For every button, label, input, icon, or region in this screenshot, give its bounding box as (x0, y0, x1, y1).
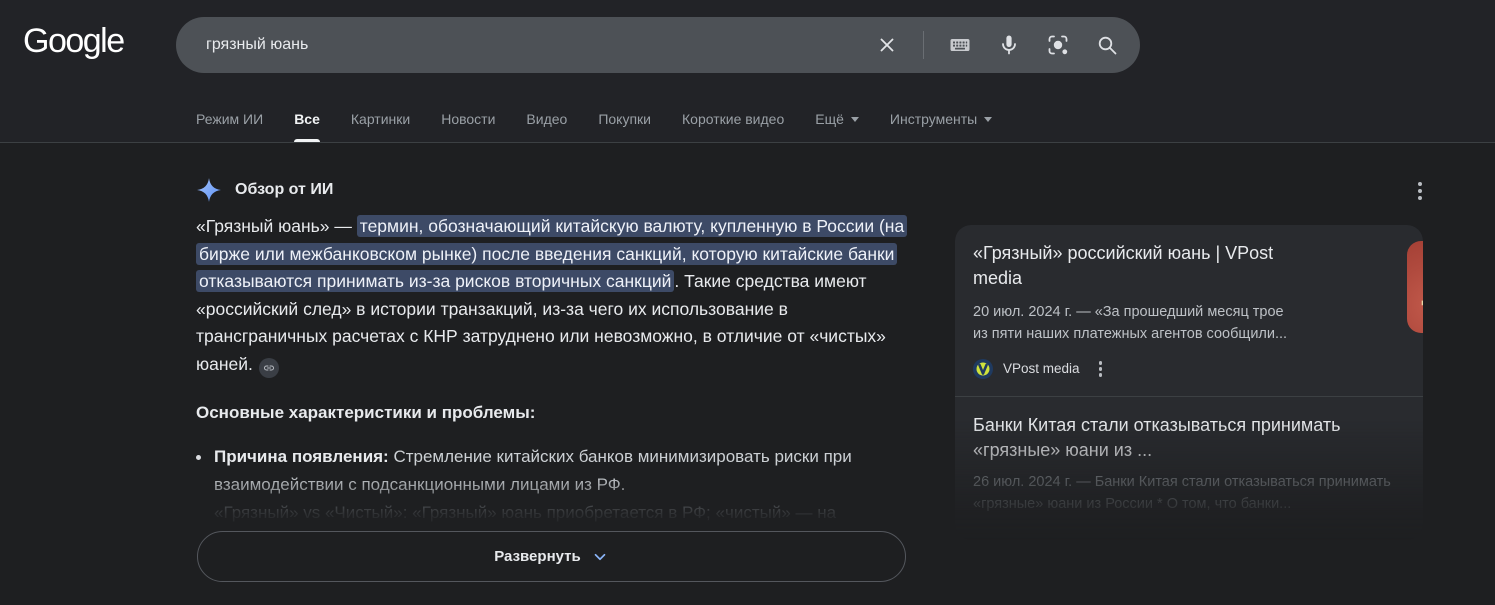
sources-card: «Грязный» российский юань | VPost media … (955, 225, 1495, 540)
chevron-down-icon (984, 116, 993, 122)
section-heading: Основные характеристики и проблемы: (196, 403, 536, 422)
result-menu-icon[interactable] (1096, 358, 1106, 380)
collapsed-content-fade: Причина появления: Стремление китайских … (196, 443, 914, 533)
tab-all[interactable]: Все (294, 111, 320, 142)
faded-bullet-line: «Грязный» vs «Чистый»: «Грязный» юань пр… (214, 503, 837, 522)
sparkle-icon (197, 178, 221, 202)
expand-button[interactable]: Развернуть (197, 531, 906, 582)
expand-button-label: Развернуть (494, 548, 581, 565)
tab-more[interactable]: Ещё (815, 111, 859, 142)
search-bar[interactable]: грязный юань (176, 17, 1140, 73)
results-tabs: Режим ИИ Все Картинки Новости Видео Поку… (196, 111, 993, 142)
google-search-results-page: Google грязный юань Режим ИИ Все Картинк… (0, 0, 1495, 605)
tab-images[interactable]: Картинки (351, 111, 410, 142)
bullet-lead: Причина появления: (214, 447, 389, 466)
tab-news[interactable]: Новости (441, 111, 495, 142)
ai-overview-header: Обзор от ИИ (196, 177, 333, 203)
result-item: Банки Китая стали отказываться принимать… (973, 413, 1405, 515)
result-title[interactable]: «Грязный» российский юань | VPost media (973, 241, 1293, 291)
search-input[interactable]: грязный юань (206, 36, 874, 54)
source-name[interactable]: VPost media (1003, 361, 1080, 376)
search-bar-divider (923, 31, 924, 59)
chevron-down-icon (594, 553, 606, 560)
clear-icon[interactable] (874, 32, 900, 58)
bullet-item: Причина появления: Стремление китайских … (196, 443, 914, 499)
tab-videos[interactable]: Видео (526, 111, 567, 142)
result-snippet: 26 июл. 2024 г. — Банки Китая стали отка… (973, 473, 1391, 512)
search-header: Google грязный юань Режим ИИ Все Картинк… (0, 0, 1495, 143)
ai-overview-text: «Грязный юань» — термин, обозначающий ки… (196, 213, 914, 378)
ai-overview-title: Обзор от ИИ (235, 181, 334, 198)
card-divider (955, 395, 1423, 397)
tab-short-videos[interactable]: Короткие видео (682, 111, 784, 142)
ruble-symbol (1421, 254, 1465, 318)
intro-prefix: «Грязный юань» — (196, 216, 357, 236)
search-icon[interactable] (1094, 32, 1120, 58)
tab-tools[interactable]: Инструменты (890, 111, 993, 142)
source-favicon (973, 358, 993, 379)
citation-link-icon[interactable] (258, 357, 279, 378)
result-thumbnail[interactable] (1407, 241, 1495, 333)
ai-overview-menu-icon[interactable] (1414, 178, 1426, 204)
result-item: «Грязный» российский юань | VPost media … (973, 241, 1495, 380)
bullet-marker (196, 455, 201, 460)
result-snippet: 20 июл. 2024 г. — «За прошедший месяц тр… (973, 304, 1288, 342)
source-row: VPost media (973, 358, 1293, 380)
lens-icon[interactable] (1045, 32, 1071, 58)
keyboard-icon[interactable] (947, 32, 973, 58)
chevron-down-icon (850, 116, 859, 122)
search-bar-icons (874, 31, 1120, 59)
mic-icon[interactable] (996, 32, 1022, 58)
tab-shopping[interactable]: Покупки (598, 111, 651, 142)
tab-ai-mode[interactable]: Режим ИИ (196, 111, 263, 142)
result-title[interactable]: Банки Китая стали отказываться принимать… (973, 413, 1405, 463)
google-logo[interactable]: Google (23, 22, 125, 61)
